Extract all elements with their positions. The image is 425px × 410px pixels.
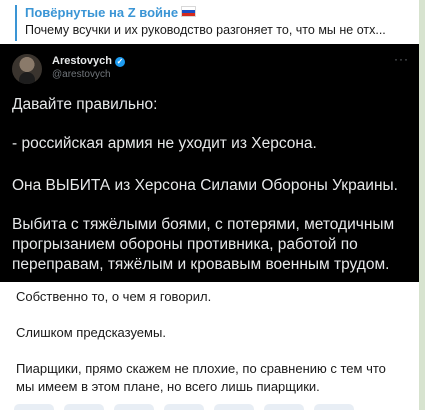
tweet-author-handle: @arestovych bbox=[52, 69, 111, 80]
tweet-author-name: Arestovych bbox=[52, 55, 112, 67]
tweet-line: Она ВЫБИТА из Херсона Силами Обороны Укр… bbox=[12, 177, 398, 194]
tweet-line: Давайте правильно: bbox=[12, 96, 158, 113]
message-line: Слишком предсказуемы. bbox=[16, 325, 166, 340]
reply-text: Почему всучки и их руководство разгоняет… bbox=[25, 23, 386, 37]
reactions-bar bbox=[14, 404, 394, 410]
russian-flag-icon bbox=[181, 6, 197, 17]
reaction-chip[interactable] bbox=[164, 404, 204, 410]
avatar bbox=[12, 54, 42, 84]
message-bubble: Повёрнутые на Z войне Почему всучки и их… bbox=[0, 0, 419, 410]
tweet-line: - российская армия не уходит из Херсона. bbox=[12, 135, 317, 152]
reply-channel-name: Повёрнутые на Z войне bbox=[25, 5, 179, 20]
chat-background-edge bbox=[419, 0, 425, 410]
message-line: Собственно то, о чем я говорил. bbox=[16, 289, 212, 304]
reply-channel-title[interactable]: Повёрнутые на Z войне bbox=[25, 5, 409, 21]
reaction-chip[interactable] bbox=[114, 404, 154, 410]
reply-preview[interactable]: Повёрнутые на Z войне Почему всучки и их… bbox=[15, 5, 409, 41]
tweet-screenshot-image[interactable]: Arestovych ✓ @arestovych ··· Давайте прав… bbox=[0, 44, 419, 282]
reaction-chip[interactable] bbox=[264, 404, 304, 410]
reaction-chip[interactable] bbox=[214, 404, 254, 410]
tweet-line: прогрызанием обороны противника, работой… bbox=[12, 236, 358, 253]
reaction-chip[interactable] bbox=[64, 404, 104, 410]
reaction-chip[interactable] bbox=[14, 404, 54, 410]
message-line: мы имеем в этом плане, но всего лишь пиа… bbox=[16, 379, 320, 394]
tweet-line: Выбита с тяжёлыми боями, с потерями, мет… bbox=[12, 216, 395, 233]
tweet-author: Arestovych ✓ bbox=[52, 55, 125, 68]
more-options-icon: ··· bbox=[394, 52, 409, 66]
reaction-chip[interactable] bbox=[314, 404, 354, 410]
verified-badge-icon: ✓ bbox=[114, 57, 125, 67]
tweet-line: переправам, тяжёлым и кровавым военным т… bbox=[12, 256, 390, 273]
message-line: Пиарщики, прямо скажем не плохие, по сра… bbox=[16, 361, 386, 376]
